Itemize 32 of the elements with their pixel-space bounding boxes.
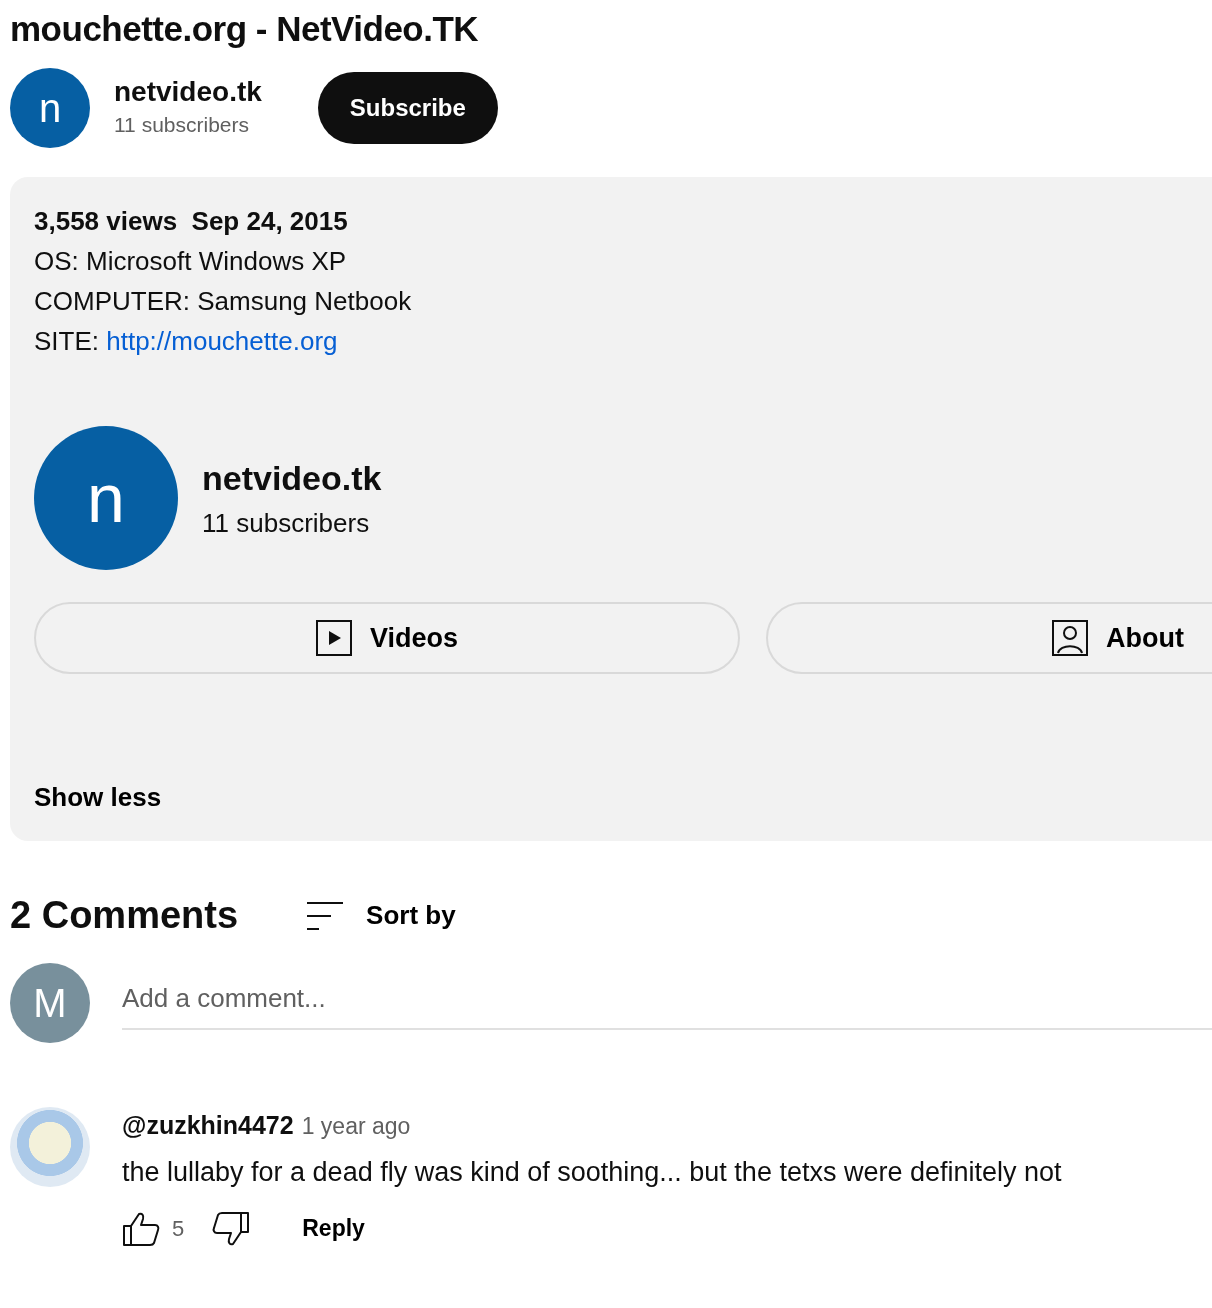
site-link[interactable]: http://mouchette.org	[106, 326, 338, 356]
comment-time[interactable]: 1 year ago	[301, 1108, 411, 1144]
channel-name[interactable]: netvideo.tk	[202, 453, 382, 504]
channel-avatar[interactable]: n	[10, 68, 90, 148]
comment-field[interactable]: Add a comment...	[122, 975, 1212, 1031]
like-count: 5	[172, 1215, 185, 1244]
like-button[interactable]	[122, 1210, 160, 1247]
channel-avatar[interactable]: n	[34, 426, 178, 570]
reply-button[interactable]: Reply	[302, 1211, 365, 1246]
subscriber-count: 11 subscribers	[202, 507, 371, 540]
thumbs-down-icon	[212, 1210, 251, 1247]
comment-author[interactable]: @zuzkhin4472	[122, 1106, 294, 1145]
video-stats: 3,558 views Sep 24, 2015	[34, 205, 349, 238]
description-line: OS: Microsoft Windows XP	[34, 245, 348, 278]
sort-button[interactable]: Sort by	[306, 896, 456, 936]
show-less-button[interactable]: Show less	[34, 778, 162, 817]
subscriber-count: 11 subscribers	[114, 112, 250, 139]
video-title: mouchette.org - NetVideo.TK	[10, 8, 480, 50]
subscribe-button[interactable]: Subscribe	[317, 72, 498, 144]
sort-icon	[306, 900, 345, 931]
user-avatar: M	[10, 962, 90, 1043]
dislike-button[interactable]	[212, 1210, 251, 1247]
thumbs-up-icon	[122, 1210, 160, 1247]
description-line: COMPUTER: Samsung Netbook	[34, 285, 413, 318]
about-button[interactable]: About	[766, 602, 1212, 674]
person-icon	[1052, 620, 1088, 656]
comment-count: 2 Comments	[10, 893, 239, 938]
channel-name[interactable]: netvideo.tk	[114, 75, 262, 110]
videos-button[interactable]: Videos	[34, 602, 740, 674]
description-line: SITE: http://mouchette.org	[34, 325, 339, 358]
comment-text: the lullaby for a dead fly was kind of soothing... but the tetxs were definitely not	[122, 1156, 1062, 1190]
play-icon	[315, 620, 352, 656]
